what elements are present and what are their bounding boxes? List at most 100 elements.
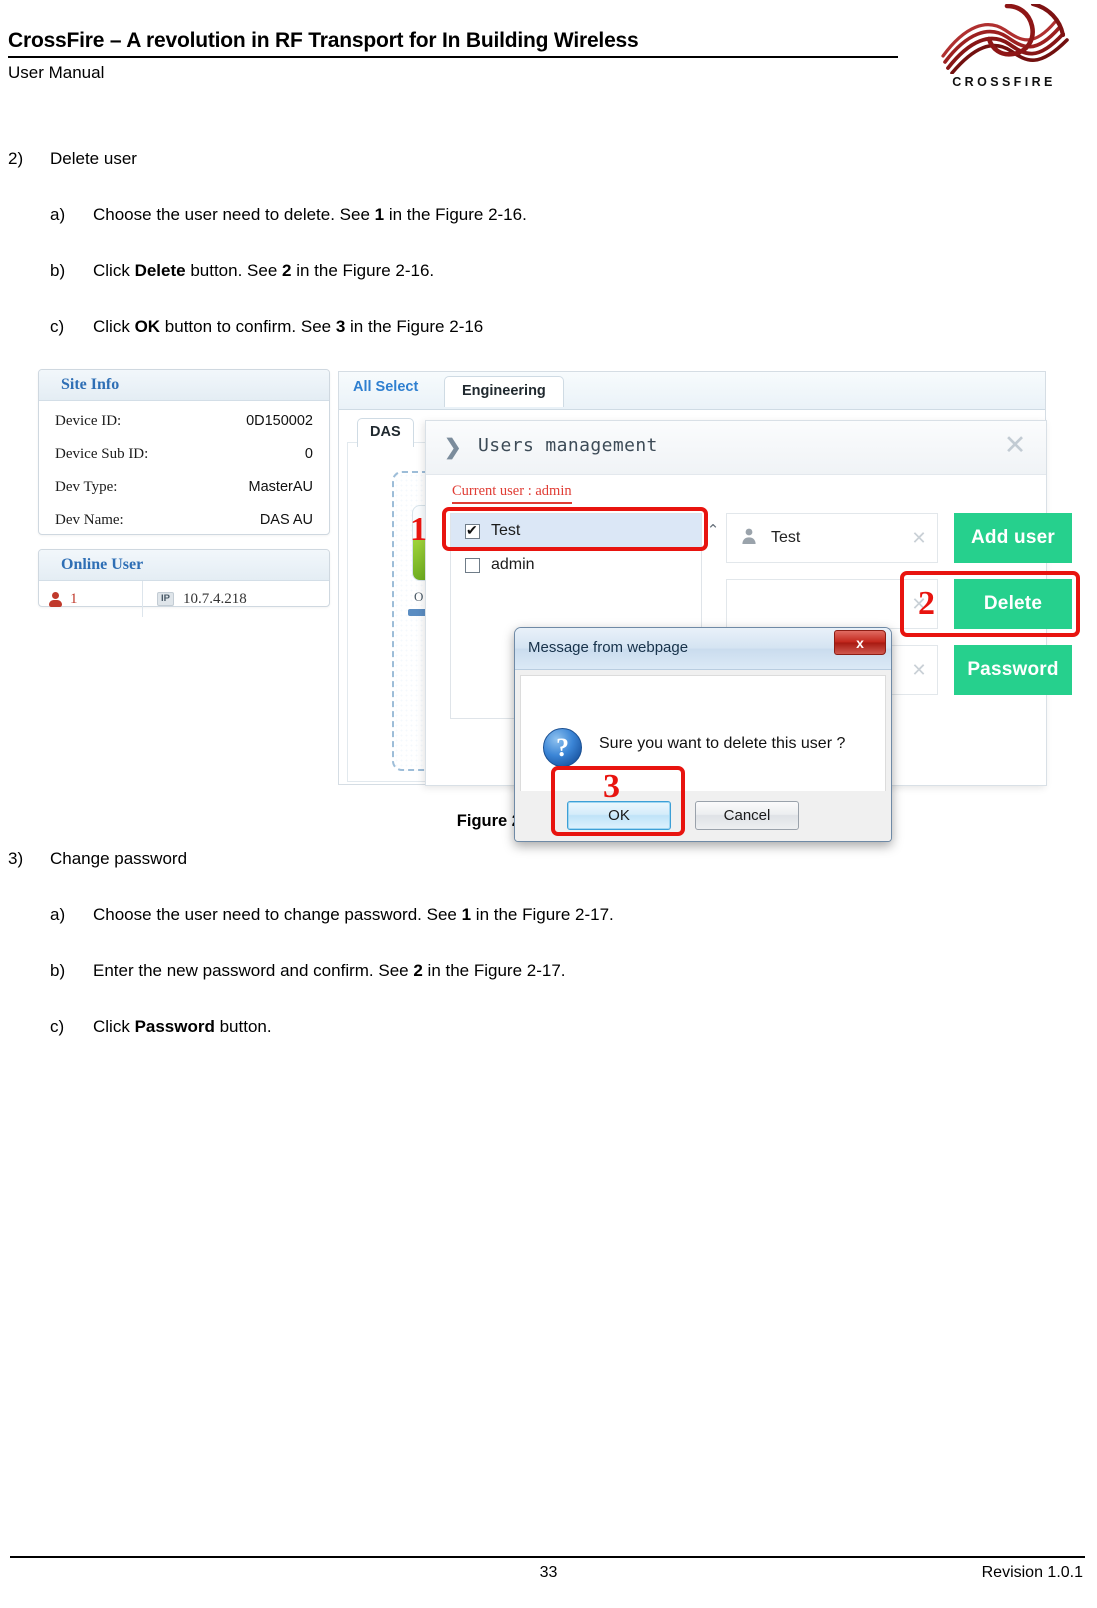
section-3-step-b: b) Enter the new password and confirm. S… (0, 960, 1097, 982)
row-label: Dev Name: (55, 512, 124, 528)
user-icon (49, 591, 62, 607)
clear-icon[interactable]: ✕ (901, 528, 937, 549)
page-header: CrossFire – A revolution in RF Transport… (0, 0, 1097, 112)
site-info-row: Dev Name: DAS AU (53, 504, 315, 537)
users-management-dialog: ❯ Users management ✕ Current user : admi… (410, 420, 1080, 842)
list-item[interactable]: Test (451, 514, 701, 548)
site-info-row: Device Sub ID: 0 (53, 438, 315, 471)
page-footer: 33 Revision 1.0.1 (0, 1538, 1097, 1608)
scroll-up-icon[interactable]: ⌃ (703, 516, 723, 546)
section-2-step-b: b) Click Delete button. See 2 in the Fig… (0, 260, 1097, 282)
username-value: Test (771, 529, 801, 546)
row-label: Device Sub ID: (55, 446, 149, 462)
password-field[interactable]: ✕ (726, 579, 938, 629)
row-value: 0D150002 (246, 413, 313, 429)
checkbox-checked-icon[interactable] (465, 522, 480, 539)
section-3-step-a: a) Choose the user need to change passwo… (0, 904, 1097, 926)
row-value: MasterAU (248, 479, 313, 495)
user-icon (727, 527, 771, 550)
tab-all-select[interactable]: All Select (353, 379, 418, 395)
ip-value: 10.7.4.218 (182, 590, 247, 607)
step-text: Choose the user need to change password.… (93, 905, 614, 924)
site-info-row: Dev Type: MasterAU (53, 471, 315, 504)
dialog-title: Message from webpage (528, 639, 689, 656)
row-value: DAS AU (259, 512, 313, 528)
footer-divider (10, 1556, 1085, 1558)
password-button[interactable]: Password (954, 645, 1072, 695)
section-2-marker: 2) (8, 149, 24, 168)
step-marker: a) (50, 205, 66, 224)
username-field[interactable]: Test ✕ (726, 513, 938, 563)
row-value: 0 (304, 446, 313, 462)
page-number: 33 (539, 1564, 558, 1581)
row-label: Dev Type: (55, 479, 118, 495)
step-marker: b) (50, 261, 66, 280)
count-value: 1 (70, 590, 78, 607)
step-marker: c) (50, 317, 65, 336)
users-modal-title: Users management (478, 435, 658, 456)
gauge-label: O (414, 589, 424, 604)
tab-engineering[interactable]: Engineering (444, 376, 564, 407)
ip-badge-icon: IP (157, 592, 174, 606)
close-icon[interactable]: ✕ (1002, 432, 1028, 459)
logo-wordmark: CROSSFIRE (952, 75, 1056, 89)
close-icon[interactable]: x (834, 630, 886, 655)
user-name: Test (491, 522, 521, 539)
current-user-label: Current user : admin (452, 483, 572, 504)
annotation-number-3: 3 (603, 768, 620, 805)
header-divider (8, 56, 898, 58)
dialog-ok-button[interactable]: OK (567, 801, 671, 830)
section-2-title: Delete user (50, 149, 137, 168)
subtab-das[interactable]: DAS (357, 418, 414, 447)
online-user-count: 1 (39, 581, 143, 617)
dialog-footer: OK Cancel (515, 791, 891, 841)
section-3-block: 3) Change password a) Choose the user ne… (0, 848, 1097, 1038)
section-3-heading: 3) Change password (0, 848, 1097, 870)
dialog-cancel-button[interactable]: Cancel (695, 801, 799, 830)
section-2-step-c: c) Click OK button to confirm. See 3 in … (0, 316, 1097, 338)
annotation-number-2: 2 (918, 585, 935, 622)
revision-label: Revision 1.0.1 (981, 1564, 1083, 1581)
users-modal-titlebar: ❯ Users management ✕ (426, 421, 1046, 475)
list-item[interactable]: admin (451, 548, 701, 582)
question-icon: ? (543, 728, 582, 767)
step-marker: a) (50, 905, 66, 924)
checkbox-icon[interactable] (465, 557, 480, 573)
online-user-panel: Online User 1 IP 10.7.4.218 (38, 549, 330, 617)
site-info-title: Site Info (39, 370, 329, 401)
step-text: Click Password button. (93, 1017, 272, 1036)
row-label: Device ID: (55, 413, 122, 429)
site-info-panel: Site Info Device ID: 0D150002 Device Sub… (38, 369, 330, 535)
dialog-titlebar: Message from webpage x (515, 628, 891, 670)
document-title: CrossFire – A revolution in RF Transport… (8, 29, 639, 52)
section-3-title: Change password (50, 849, 188, 868)
section-2-step-a: a) Choose the user need to delete. See 1… (0, 204, 1097, 226)
user-silhouette-icon (742, 528, 756, 544)
user-name: admin (491, 556, 535, 573)
step-text: Enter the new password and confirm. See … (93, 961, 566, 980)
step-marker: b) (50, 961, 66, 980)
tab-bar: All Select Engineering (339, 372, 1045, 410)
add-user-button[interactable]: Add user (954, 513, 1072, 563)
step-text: Click OK button to confirm. See 3 in the… (93, 317, 484, 336)
online-user-row: 1 IP 10.7.4.218 (39, 581, 329, 617)
site-info-row: Device ID: 0D150002 (53, 405, 315, 438)
section-2-heading: 2) Delete user (0, 148, 1097, 170)
confirm-delete-dialog: Message from webpage x ? Sure you want t… (514, 627, 892, 842)
online-user-ip: IP 10.7.4.218 (143, 591, 247, 608)
step-text: Choose the user need to delete. See 1 in… (93, 205, 527, 224)
document-body: 2) Delete user a) Choose the user need t… (0, 112, 1097, 338)
delete-button[interactable]: Delete (954, 579, 1072, 629)
chevron-right-icon: ❯ (444, 436, 462, 459)
dialog-body: ? Sure you want to delete this user ? (520, 675, 886, 793)
annotation-number-1: 1 (410, 511, 427, 548)
step-marker: c) (50, 1017, 65, 1036)
site-info-body: Device ID: 0D150002 Device Sub ID: 0 Dev… (39, 401, 329, 543)
online-user-title: Online User (39, 550, 329, 581)
section-3-marker: 3) (8, 849, 24, 868)
section-3-step-c: c) Click Password button. (0, 1016, 1097, 1038)
header-title-block: CrossFire – A revolution in RF Transport… (8, 28, 898, 85)
document-subtitle: User Manual (8, 63, 105, 82)
clear-icon[interactable]: ✕ (901, 660, 937, 681)
application-window: All Select Engineering DAS O ❯ Users man… (338, 371, 1080, 842)
